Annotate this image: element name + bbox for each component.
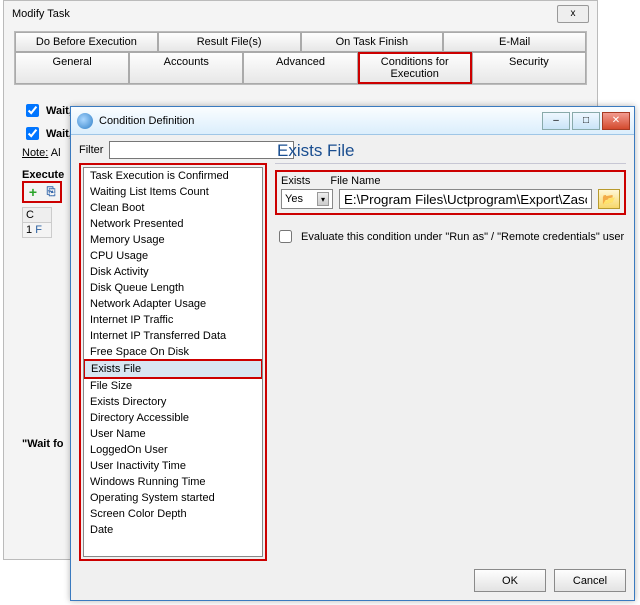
right-title: Exists File [275, 141, 626, 164]
list-item[interactable]: Internet IP Traffic [84, 312, 262, 328]
front-body: Filter Task Execution is ConfirmedWaitin… [71, 135, 634, 600]
minimize-button[interactable]: – [542, 112, 570, 130]
filter-input[interactable] [109, 141, 294, 159]
grid-header: C [23, 208, 51, 223]
list-item[interactable]: Waiting List Items Count [84, 184, 262, 200]
split: Filter Task Execution is ConfirmedWaitin… [79, 141, 626, 561]
conditions-listbox-frame: Task Execution is ConfirmedWaiting List … [79, 163, 267, 561]
add-icon[interactable]: + [25, 184, 41, 200]
list-item[interactable]: User Name [84, 426, 262, 442]
list-item[interactable]: Disk Activity [84, 264, 262, 280]
list-item[interactable]: Memory Usage [84, 232, 262, 248]
app-icon [77, 113, 93, 129]
list-item[interactable]: Screen Color Depth [84, 506, 262, 522]
list-item[interactable]: User Inactivity Time [84, 458, 262, 474]
param-labels: Exists File Name [281, 175, 620, 187]
eval-checkbox[interactable] [279, 230, 292, 243]
wait2-label: Wait, [46, 128, 72, 140]
filter-label: Filter [79, 144, 103, 156]
folder-icon: 📂 [602, 193, 616, 206]
cancel-button[interactable]: Cancel [554, 569, 626, 592]
list-item[interactable]: Network Adapter Usage [84, 296, 262, 312]
list-item[interactable]: Free Space On Disk [84, 344, 262, 360]
dialog-footer: OK Cancel [79, 561, 626, 592]
tabs-region: Do Before Execution Result File(s) On Ta… [14, 31, 587, 85]
params-box: Exists File Name Yes ▾ 📂 [275, 170, 626, 215]
window-buttons: – □ ✕ [542, 112, 630, 130]
tab-general[interactable]: General [15, 52, 129, 84]
list-item[interactable]: Exists Directory [84, 394, 262, 410]
param-row: Yes ▾ 📂 [281, 189, 620, 209]
list-item[interactable]: Internet IP Transferred Data [84, 328, 262, 344]
tab-do-before[interactable]: Do Before Execution [15, 32, 158, 52]
copy-icon[interactable]: ⎘ [43, 184, 59, 200]
conditions-grid: C 1 F [22, 207, 52, 238]
close-button[interactable]: ✕ [602, 112, 630, 130]
list-item[interactable]: Task Execution is Confirmed [84, 168, 262, 184]
list-item[interactable]: LoggedOn User [84, 442, 262, 458]
tab-result-files[interactable]: Result File(s) [158, 32, 301, 52]
dropdown-value: Yes [285, 193, 303, 205]
tab-security[interactable]: Security [472, 52, 586, 84]
wait2-checkbox[interactable] [26, 127, 39, 140]
wait-os-checkbox[interactable] [26, 104, 39, 117]
list-item[interactable]: File Size [84, 378, 262, 394]
eval-row: Evaluate this condition under "Run as" /… [275, 227, 626, 246]
note-label: Note: [22, 147, 48, 159]
list-item[interactable]: Directory Accessible [84, 410, 262, 426]
condition-definition-window: Condition Definition – □ ✕ Filter Task E… [70, 106, 635, 601]
conditions-toolbar: + ⎘ [22, 181, 62, 203]
list-item[interactable]: Exists File [84, 360, 262, 378]
grid-row[interactable]: 1 F [23, 223, 51, 237]
left-column: Filter Task Execution is ConfirmedWaitin… [79, 141, 267, 561]
list-item[interactable]: Disk Queue Length [84, 280, 262, 296]
list-item[interactable]: Network Presented [84, 216, 262, 232]
list-item[interactable]: Date [84, 522, 262, 538]
list-item[interactable]: Windows Running Time [84, 474, 262, 490]
exists-dropdown[interactable]: Yes ▾ [281, 189, 333, 209]
right-column: Exists File Exists File Name Yes ▾ 📂 [275, 141, 626, 561]
back-close-button[interactable]: x [557, 5, 589, 23]
front-window-title: Condition Definition [99, 115, 194, 127]
tabs-row-2: General Accounts Advanced Conditions for… [15, 52, 586, 84]
list-item[interactable]: Operating System started [84, 490, 262, 506]
back-window-title: Modify Task [12, 8, 70, 20]
filter-row: Filter [79, 141, 267, 159]
filename-label: File Name [330, 175, 380, 187]
tab-on-finish[interactable]: On Task Finish [301, 32, 444, 52]
browse-button[interactable]: 📂 [598, 189, 620, 209]
filename-input[interactable] [339, 189, 592, 209]
tabs-row-1: Do Before Execution Result File(s) On Ta… [15, 32, 586, 52]
list-item[interactable]: CPU Usage [84, 248, 262, 264]
exists-label: Exists [281, 175, 310, 187]
chevron-down-icon: ▾ [317, 192, 329, 206]
maximize-button[interactable]: □ [572, 112, 600, 130]
eval-label: Evaluate this condition under "Run as" /… [301, 231, 624, 243]
list-item[interactable]: Clean Boot [84, 200, 262, 216]
ok-button[interactable]: OK [474, 569, 546, 592]
tab-email[interactable]: E-Mail [443, 32, 586, 52]
front-titlebar[interactable]: Condition Definition – □ ✕ [71, 107, 634, 135]
tab-accounts[interactable]: Accounts [129, 52, 243, 84]
note-rest: Al [48, 147, 60, 159]
back-titlebar: Modify Task x [4, 1, 597, 27]
tab-advanced[interactable]: Advanced [243, 52, 357, 84]
conditions-listbox[interactable]: Task Execution is ConfirmedWaiting List … [83, 167, 263, 557]
tab-conditions[interactable]: Conditions for Execution [358, 52, 472, 84]
